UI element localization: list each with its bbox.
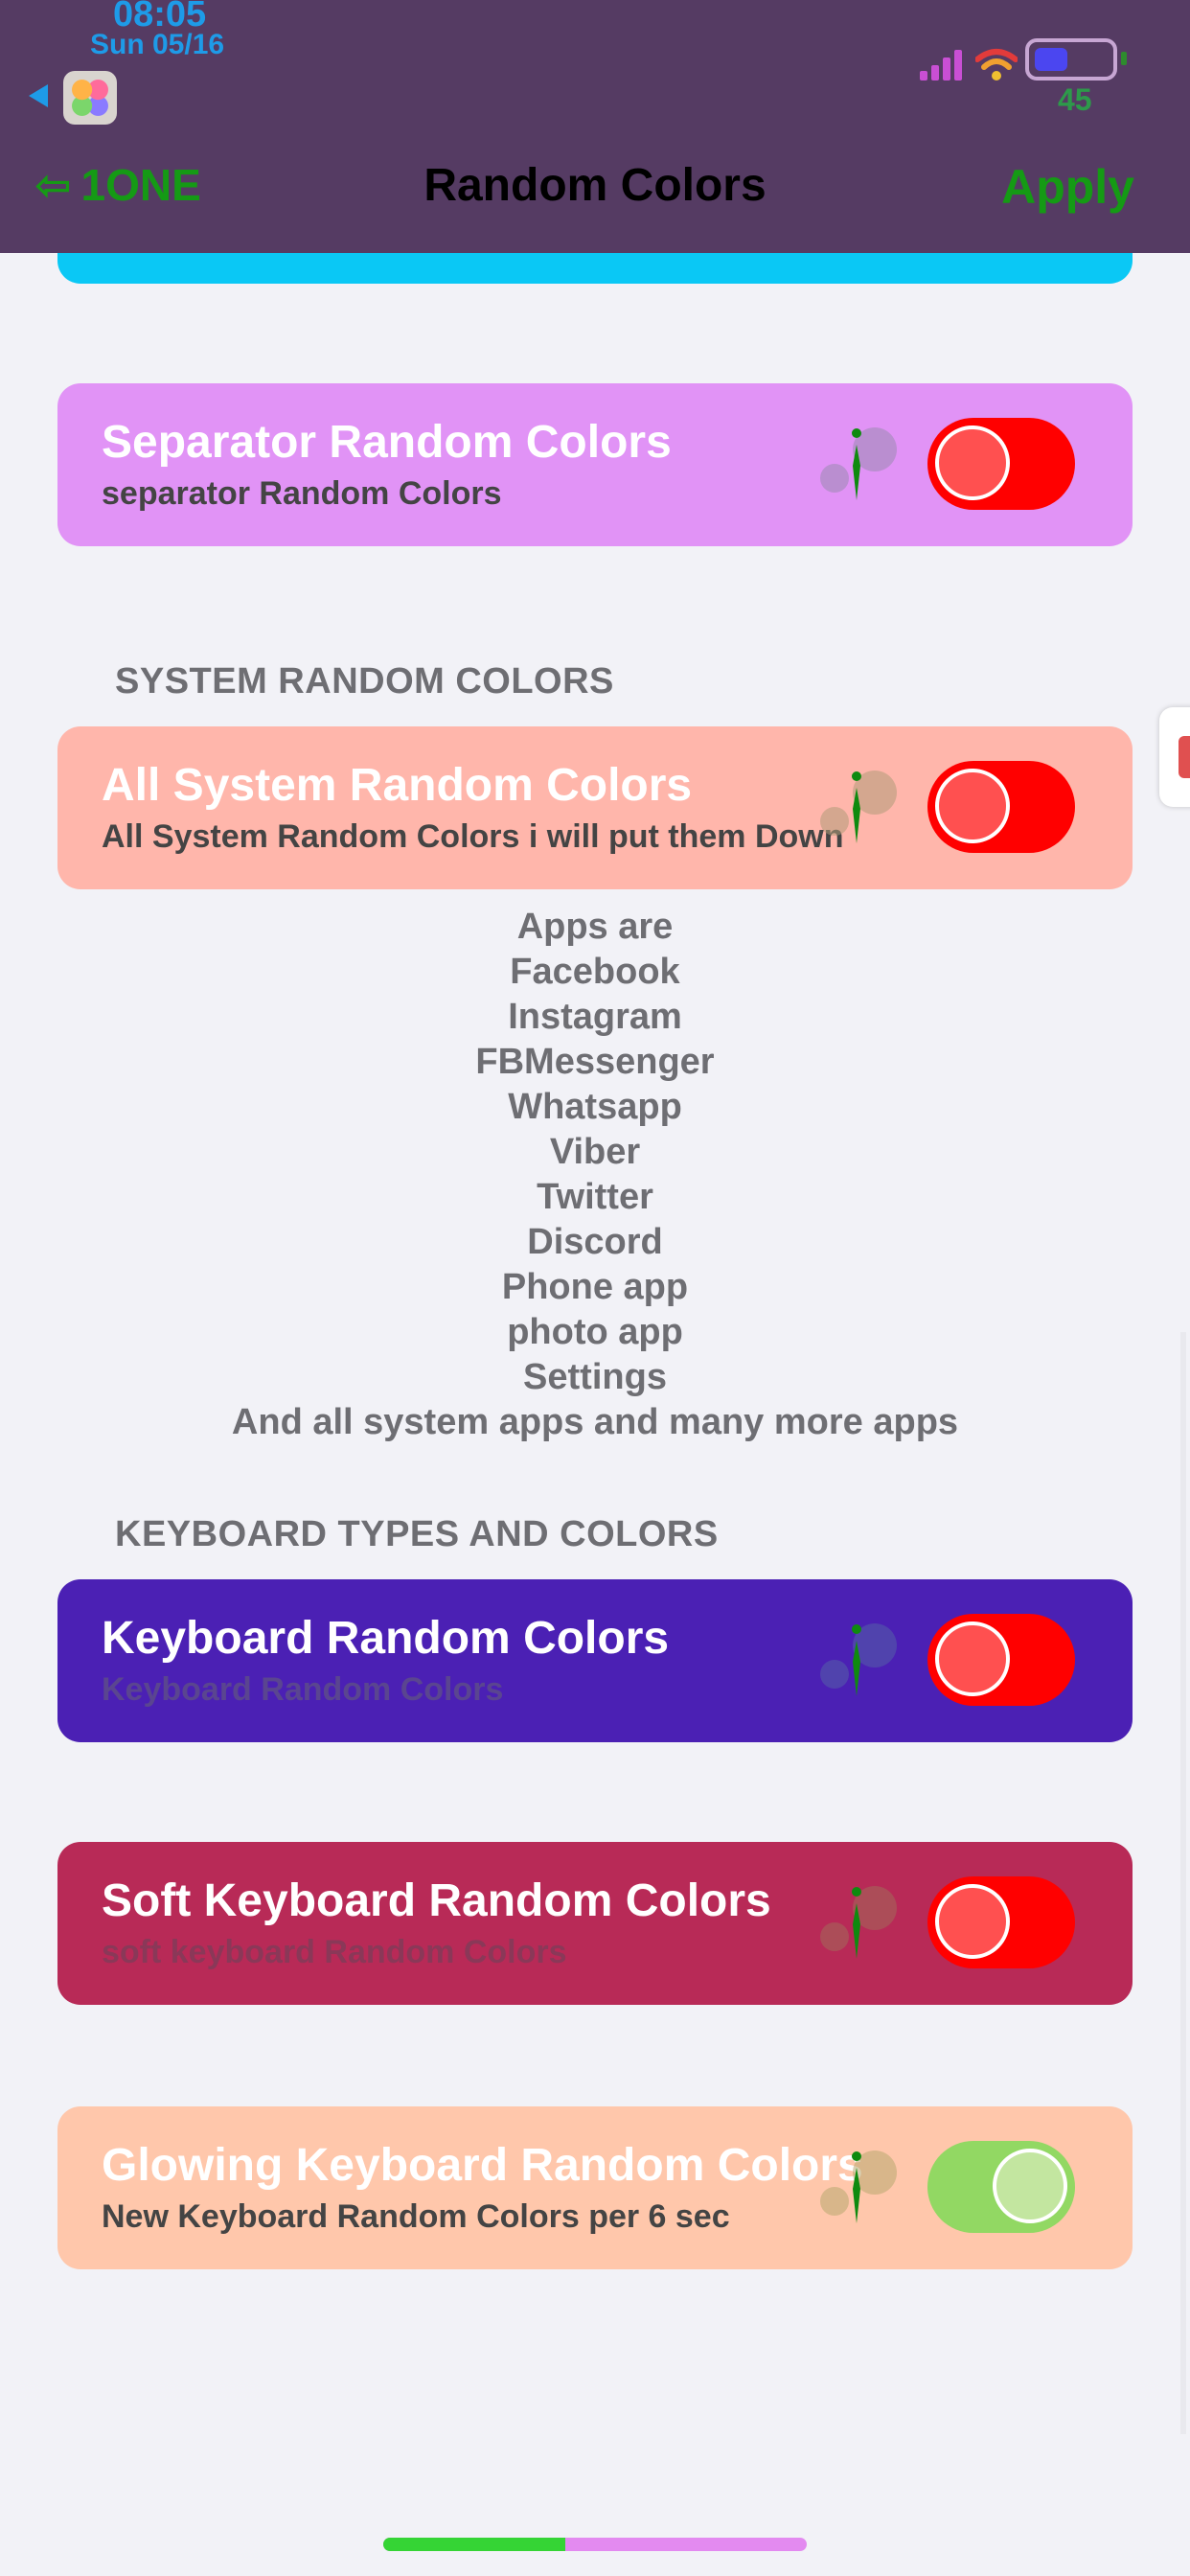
- card-title: Glowing Keyboard Random Colors: [102, 2140, 863, 2191]
- list-item: Whatsapp: [508, 1087, 682, 1127]
- separator-random-colors-toggle[interactable]: [927, 418, 1075, 510]
- list-item: photo app: [507, 1312, 683, 1352]
- list-item: Instagram: [508, 997, 682, 1037]
- battery-icon: [1025, 38, 1117, 80]
- card-title: All System Random Colors: [102, 760, 693, 811]
- card-subtitle: New Keyboard Random Colors per 6 sec: [102, 2198, 730, 2235]
- side-handle[interactable]: [1159, 707, 1190, 807]
- info-icon[interactable]: [820, 2150, 897, 2227]
- card-title: Keyboard Random Colors: [102, 1613, 670, 1664]
- toggle-knob: [935, 1884, 1010, 1959]
- info-icon[interactable]: [820, 770, 897, 847]
- all-system-random-colors-toggle[interactable]: [927, 761, 1075, 853]
- keyboard-random-colors-toggle[interactable]: [927, 1614, 1075, 1706]
- battery-level: [1035, 48, 1067, 71]
- card-subtitle: All System Random Colors i will put them…: [102, 818, 844, 855]
- wifi-icon: [975, 49, 1018, 80]
- list-item: Settings: [523, 1357, 667, 1397]
- toggle-knob: [935, 1622, 1010, 1696]
- back-to-app-icon[interactable]: [29, 84, 48, 107]
- soft-keyboard-random-colors-toggle[interactable]: [927, 1876, 1075, 1968]
- keyboard-random-colors-card: Keyboard Random Colors Keyboard Random C…: [57, 1579, 1133, 1742]
- info-icon[interactable]: [820, 427, 897, 504]
- apps-list: Apps are Facebook Instagram FBMessenger …: [0, 905, 1190, 1445]
- toggle-knob: [993, 2149, 1067, 2223]
- list-item: Discord: [527, 1222, 663, 1262]
- home-indicator[interactable]: [383, 2538, 807, 2551]
- card-subtitle: soft keyboard Random Colors: [102, 1934, 567, 1970]
- glowing-keyboard-random-colors-card: Glowing Keyboard Random Colors New Keybo…: [57, 2106, 1133, 2269]
- card-subtitle: separator Random Colors: [102, 475, 502, 512]
- list-item: Facebook: [510, 952, 680, 992]
- apply-button[interactable]: Apply: [1001, 159, 1134, 215]
- battery-cap: [1121, 52, 1127, 65]
- signal-icon: [920, 48, 968, 80]
- list-item: Phone app: [501, 1267, 689, 1307]
- card-title: Separator Random Colors: [102, 417, 672, 468]
- info-icon[interactable]: [820, 1886, 897, 1963]
- toggle-knob: [935, 426, 1010, 500]
- section-header-keyboard: KEYBOARD TYPES AND COLORS: [115, 1514, 719, 1554]
- list-item: Apps are: [516, 907, 674, 947]
- card-subtitle: Keyboard Random Colors: [102, 1671, 504, 1708]
- card-title: Soft Keyboard Random Colors: [102, 1875, 771, 1926]
- home-indicator-progress: [383, 2538, 566, 2551]
- all-system-random-colors-card: All System Random Colors All System Rand…: [57, 726, 1133, 889]
- list-item: Twitter: [537, 1177, 653, 1217]
- status-date: Sun 05/16: [90, 29, 225, 60]
- separator-random-colors-card: Separator Random Colors separator Random…: [57, 383, 1133, 546]
- app-icon[interactable]: [63, 71, 117, 125]
- scrollbar[interactable]: [1180, 1332, 1186, 2434]
- toggle-knob: [935, 769, 1010, 843]
- section-header-system: SYSTEM RANDOM COLORS: [115, 661, 614, 702]
- info-icon[interactable]: [820, 1623, 897, 1700]
- glowing-keyboard-random-colors-toggle[interactable]: [927, 2141, 1075, 2233]
- list-item: FBMessenger: [475, 1042, 715, 1082]
- top-bar: 08:05 Sun 05/16 45 ⇦ 1ONE Random Colors A…: [0, 0, 1190, 253]
- battery-percent: 45: [1058, 82, 1092, 117]
- list-item: And all system apps and many more apps: [231, 1402, 959, 1442]
- soft-keyboard-random-colors-card: Soft Keyboard Random Colors soft keyboar…: [57, 1842, 1133, 2005]
- list-item: Viber: [549, 1132, 641, 1172]
